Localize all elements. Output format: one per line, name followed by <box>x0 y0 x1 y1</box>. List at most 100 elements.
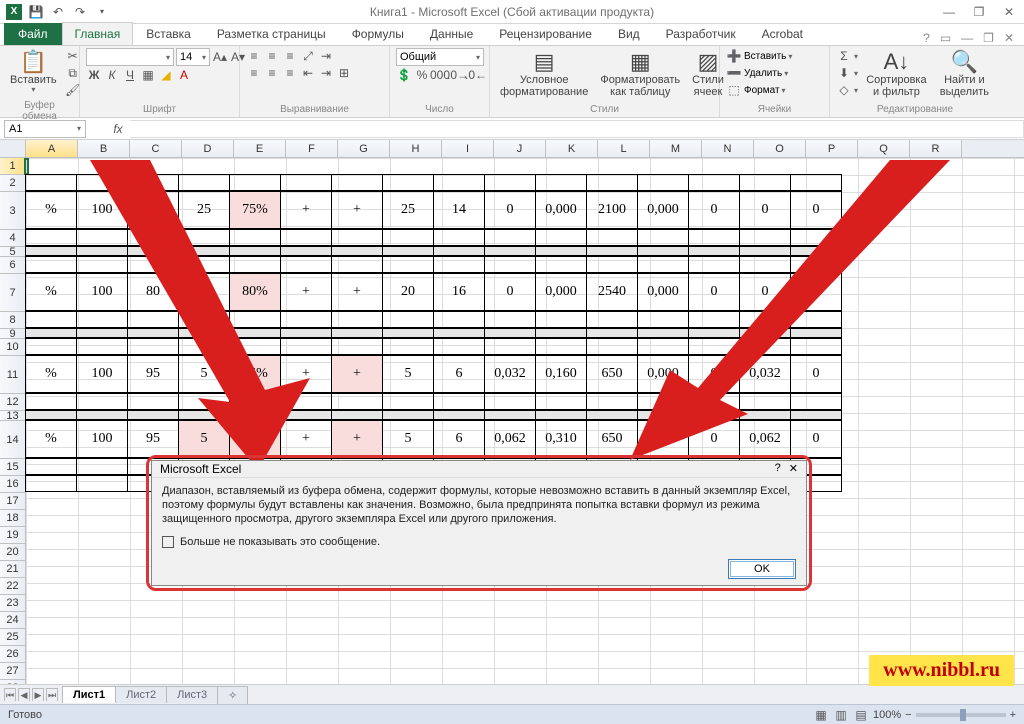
view-page-break-icon[interactable]: ▤ <box>853 707 869 723</box>
bold-button[interactable]: Ж <box>86 67 102 83</box>
tab-home[interactable]: Главная <box>62 22 134 45</box>
fill-color-button[interactable]: ◢ <box>158 67 174 83</box>
format-cells-button[interactable]: Формат <box>744 85 780 96</box>
row-header[interactable]: 10 <box>0 339 26 356</box>
row-header[interactable]: 4 <box>0 230 26 247</box>
decrease-indent-icon[interactable]: ⇤ <box>300 65 316 81</box>
tab-data[interactable]: Данные <box>417 22 486 45</box>
zoom-in-button[interactable]: + <box>1010 709 1016 721</box>
row-header[interactable]: 12 <box>0 394 26 411</box>
autosum-icon[interactable]: Σ <box>836 48 852 64</box>
format-painter-icon[interactable]: 🖌 <box>65 82 81 98</box>
align-bottom-icon[interactable]: ≡ <box>282 48 298 64</box>
help-icon[interactable]: ? <box>923 31 930 45</box>
row-header[interactable]: 6 <box>0 257 26 274</box>
sheet-tab-1[interactable]: Лист1 <box>62 686 116 703</box>
italic-button[interactable]: К <box>104 67 120 83</box>
column-header[interactable]: P <box>806 140 858 157</box>
column-header[interactable]: A <box>26 140 78 157</box>
font-name-selector[interactable]: ▾ <box>86 48 174 66</box>
fx-icon[interactable]: fx <box>106 122 130 136</box>
align-left-icon[interactable]: ≡ <box>246 65 262 81</box>
row-header[interactable]: 8 <box>0 312 26 329</box>
zoom-slider[interactable] <box>916 713 1006 717</box>
sheet-nav-first-icon[interactable]: ⏮ <box>4 688 16 701</box>
align-right-icon[interactable]: ≡ <box>282 65 298 81</box>
row-header[interactable]: 23 <box>0 595 26 612</box>
undo-icon[interactable]: ↶ <box>50 4 66 20</box>
fill-icon[interactable]: ⬇ <box>836 65 852 81</box>
align-middle-icon[interactable]: ≡ <box>264 48 280 64</box>
doc-restore-icon[interactable]: ❐ <box>983 31 994 45</box>
sheet-tab-2[interactable]: Лист2 <box>115 686 167 703</box>
orientation-icon[interactable]: ⤢ <box>300 48 316 64</box>
tab-insert[interactable]: Вставка <box>133 22 204 45</box>
column-header[interactable]: O <box>754 140 806 157</box>
row-header[interactable]: 13 <box>0 411 26 421</box>
column-header[interactable]: E <box>234 140 286 157</box>
decrease-decimal-icon[interactable]: .0← <box>468 67 484 83</box>
name-box[interactable]: A1▾ <box>4 120 86 138</box>
tab-review[interactable]: Рецензирование <box>486 22 605 45</box>
delete-cells-button[interactable]: Удалить <box>744 68 782 79</box>
row-header[interactable]: 9 <box>0 329 26 339</box>
minimize-ribbon-icon[interactable]: ▭ <box>940 31 951 45</box>
row-header[interactable]: 28 <box>0 680 26 684</box>
row-header[interactable]: 18 <box>0 510 26 527</box>
underline-button[interactable]: Ч <box>122 67 138 83</box>
select-all-corner[interactable] <box>0 140 26 158</box>
column-header[interactable]: Q <box>858 140 910 157</box>
conditional-formatting-button[interactable]: ▤Условное форматирование <box>496 48 592 100</box>
column-header[interactable]: F <box>286 140 338 157</box>
zoom-level[interactable]: 100% <box>873 709 901 721</box>
column-header[interactable]: C <box>130 140 182 157</box>
formula-input[interactable] <box>130 120 1024 138</box>
dialog-checkbox[interactable] <box>162 536 174 548</box>
column-header[interactable]: J <box>494 140 546 157</box>
row-header[interactable]: 14 <box>0 421 26 459</box>
insert-cells-button[interactable]: Вставить <box>744 51 786 62</box>
column-header[interactable]: G <box>338 140 390 157</box>
row-header[interactable]: 7 <box>0 274 26 312</box>
align-top-icon[interactable]: ≡ <box>246 48 262 64</box>
zoom-out-button[interactable]: − <box>905 709 911 721</box>
row-header[interactable]: 2 <box>0 175 26 192</box>
grow-font-icon[interactable]: A▴ <box>212 49 228 65</box>
save-icon[interactable]: 💾 <box>28 4 44 20</box>
find-select-button[interactable]: 🔍Найти и выделить <box>935 48 994 100</box>
wrap-text-button[interactable]: ⇥ <box>318 48 334 64</box>
redo-icon[interactable]: ↷ <box>72 4 88 20</box>
percent-icon[interactable]: % <box>414 67 430 83</box>
column-header[interactable]: D <box>182 140 234 157</box>
qat-dropdown-icon[interactable]: ▾ <box>94 4 110 20</box>
sheet-nav-next-icon[interactable]: ▶ <box>32 688 44 701</box>
clear-icon[interactable]: ◇ <box>836 82 852 98</box>
row-header[interactable]: 21 <box>0 561 26 578</box>
comma-icon[interactable]: 000 <box>432 67 448 83</box>
row-header[interactable]: 26 <box>0 646 26 663</box>
column-header[interactable]: R <box>910 140 962 157</box>
sheet-nav-prev-icon[interactable]: ◀ <box>18 688 30 701</box>
currency-icon[interactable]: 💲 <box>396 67 412 83</box>
row-header[interactable]: 16 <box>0 476 26 493</box>
insert-cells-icon[interactable]: ➕ <box>726 48 742 64</box>
format-cells-icon[interactable]: ⬚ <box>726 82 742 98</box>
new-sheet-button[interactable]: ✧ <box>217 686 248 704</box>
tab-acrobat[interactable]: Acrobat <box>749 22 816 45</box>
tab-view[interactable]: Вид <box>605 22 653 45</box>
border-button[interactable]: ▦ <box>140 67 156 83</box>
tab-page-layout[interactable]: Разметка страницы <box>204 22 339 45</box>
doc-minimize-icon[interactable]: — <box>961 31 973 45</box>
dialog-help-icon[interactable]: ? <box>775 462 781 475</box>
close-button[interactable]: ✕ <box>994 2 1024 22</box>
cut-icon[interactable]: ✂ <box>65 48 81 64</box>
view-normal-icon[interactable]: ▦ <box>813 707 829 723</box>
doc-close-icon[interactable]: ✕ <box>1004 31 1014 45</box>
column-header[interactable]: N <box>702 140 754 157</box>
font-color-button[interactable]: A <box>176 67 192 83</box>
row-header[interactable]: 19 <box>0 527 26 544</box>
maximize-button[interactable]: ❐ <box>964 2 994 22</box>
row-header[interactable]: 5 <box>0 247 26 257</box>
align-center-icon[interactable]: ≡ <box>264 65 280 81</box>
row-header[interactable]: 15 <box>0 459 26 476</box>
